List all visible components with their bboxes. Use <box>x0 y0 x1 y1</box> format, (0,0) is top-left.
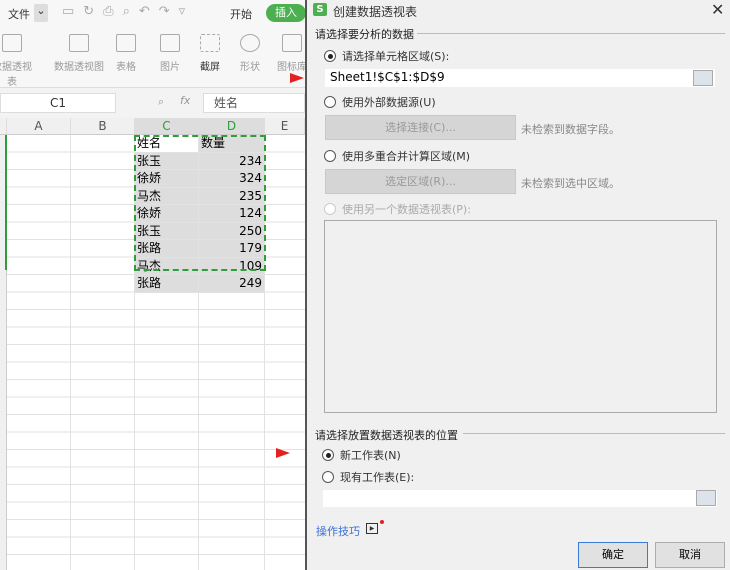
section-destination-label: 请选择放置数据透视表的位置 <box>315 429 458 442</box>
radio-other-pivot[interactable]: 使用另一个数据透视表(P): <box>324 201 471 217</box>
pivot-list-box[interactable] <box>324 220 717 413</box>
quick-access-icons[interactable]: ▭↻⎙⌕↶↷▿ <box>62 4 194 19</box>
column-header-a[interactable]: A <box>7 118 71 135</box>
column-header-e[interactable]: E <box>265 118 305 135</box>
app-logo-icon: S <box>313 3 327 16</box>
section-source-label: 请选择要分析的数据 <box>315 28 414 41</box>
pivot-chart-button[interactable]: 数据透视图 <box>52 34 106 73</box>
existing-picker-icon[interactable] <box>696 490 716 506</box>
picture-button[interactable]: 图片 <box>150 34 190 73</box>
name-cell[interactable]: 张路 <box>135 275 199 293</box>
radio-new-sheet[interactable]: 新工作表(N) <box>322 447 401 463</box>
table-icon <box>116 34 136 52</box>
select-range-note: 未检索到选中区域。 <box>521 177 620 190</box>
select-range-button[interactable]: 选定区域(R)... <box>325 169 516 194</box>
radio-existing-sheet[interactable]: 现有工作表(E): <box>322 469 414 485</box>
file-menu[interactable]: 文件 <box>8 6 30 22</box>
notification-dot <box>380 520 384 524</box>
range-input[interactable]: Sheet1!$C$1:$D$9 <box>325 69 715 87</box>
zoom-icon[interactable]: ⌕ <box>158 95 164 109</box>
quantity-cell[interactable]: 249 <box>199 275 265 293</box>
tab-insert[interactable]: 插入 <box>266 4 306 22</box>
formula-input[interactable]: 姓名 <box>203 93 305 113</box>
select-all[interactable] <box>0 118 7 135</box>
column-header-d[interactable]: D <box>199 118 265 135</box>
fx-icon[interactable]: fx <box>180 94 190 107</box>
pivot-chart-icon <box>69 34 89 52</box>
cancel-button[interactable]: 取消 <box>655 542 725 568</box>
red-arrow-new-sheet <box>276 448 290 458</box>
table-row: 张路 249 <box>135 275 265 293</box>
tab-start[interactable]: 开始 <box>230 6 252 22</box>
column-header-b[interactable]: B <box>71 118 135 135</box>
name-box[interactable]: C1 <box>0 93 116 113</box>
shape-button[interactable]: 形状 <box>230 34 270 73</box>
shape-icon <box>240 34 260 52</box>
table-button[interactable]: 表格 <box>106 34 146 73</box>
radio-cell-range[interactable]: 请选择单元格区域(S): <box>324 48 449 64</box>
tips-link[interactable]: 操作技巧 <box>316 523 360 539</box>
range-picker-icon[interactable] <box>693 70 713 86</box>
radio-external-source[interactable]: 使用外部数据源(U) <box>324 94 436 110</box>
column-header-c[interactable]: C <box>135 118 199 135</box>
formula-bar: C1 ⌕ fx 姓名 <box>0 90 305 116</box>
connection-note: 未检索到数据字段。 <box>521 123 620 136</box>
scissors-icon <box>200 34 220 52</box>
radio-multi-range[interactable]: 使用多重合并计算区域(M) <box>324 148 470 164</box>
pivot-table-icon <box>2 34 22 52</box>
dialog-title: 创建数据透视表 <box>333 5 418 19</box>
copy-selection-marquee <box>134 135 266 271</box>
existing-sheet-input[interactable] <box>323 490 717 507</box>
create-pivot-dialog: S 创建数据透视表 ✕ 请选择要分析的数据 请选择单元格区域(S): Sheet… <box>305 0 730 570</box>
ok-button[interactable]: 确定 <box>578 542 648 568</box>
video-icon[interactable]: ▶ <box>366 523 378 534</box>
chevron-down-icon[interactable]: ⌄ <box>34 4 48 22</box>
spreadsheet-grid[interactable]: A B C D E 姓名 数量 张玉 234 徐娇 324 马杰 235 徐娇 124 张玉 25… <box>0 118 305 570</box>
close-icon[interactable]: ✕ <box>711 0 724 19</box>
screenshot-button[interactable]: 截屏 <box>190 34 230 73</box>
choose-connection-button[interactable]: 选择连接(C)... <box>325 115 516 140</box>
toolbar: 文件 ⌄ ▭↻⎙⌕↶↷▿ 开始 插入 数据透视表 数据透视图 表格 图片 截屏 … <box>0 0 307 88</box>
icon-library-icon <box>282 34 302 52</box>
pivot-table-button[interactable]: 数据透视表 <box>0 34 32 88</box>
red-arrow-range <box>290 73 304 83</box>
picture-icon <box>160 34 180 52</box>
